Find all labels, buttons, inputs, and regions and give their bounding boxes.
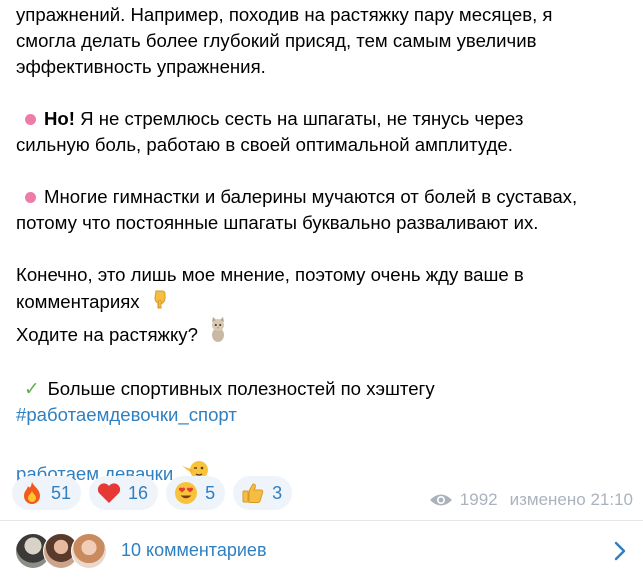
comments-button[interactable]: 10 комментариев	[0, 521, 643, 580]
point-down-icon	[149, 288, 171, 317]
fire-icon	[20, 481, 44, 505]
reactions-bar: 51 16 5 3	[12, 476, 293, 510]
reaction-count: 3	[272, 482, 283, 503]
message-line: комментариях	[16, 288, 636, 317]
message-line: Многие гимнастки и балерины мучаются от …	[16, 184, 636, 210]
message-text-span: Я не стремлюсь сесть на шпагаты, не тяну…	[74, 108, 524, 129]
message-line: Конечно, это лишь мое мнение, поэтому оч…	[16, 264, 524, 285]
view-count: 1992	[459, 490, 498, 509]
message-text-span: комментариях	[16, 291, 140, 312]
avatar	[71, 533, 107, 569]
reaction-count: 5	[205, 482, 216, 503]
message-text: упражнений. Например, походив на растяжк…	[16, 0, 636, 489]
message-line: ✓ Больше спортивных полезностей по хэштег…	[16, 376, 636, 402]
eye-icon	[429, 492, 453, 508]
message-line: Но! Я не стремлюсь сесть на шпагаты, не …	[16, 106, 636, 132]
message-line: упражнений. Например, походив на растяжк…	[16, 4, 553, 25]
hashtag-link[interactable]: #работаемдевочки_спорт	[16, 404, 237, 425]
message-line: эффективность упражнения.	[16, 56, 266, 77]
message-line: потому что постоянные шпагаты буквально …	[16, 212, 539, 233]
emphasis-text: Но!	[44, 108, 75, 129]
commenter-avatars	[15, 533, 107, 569]
reaction-count: 16	[128, 482, 149, 503]
cat-icon	[207, 317, 229, 350]
message-text-span: Больше спортивных полезностей по хэштегу	[47, 378, 435, 399]
edited-time: изменено 21:10	[509, 490, 633, 509]
reaction-thumbs-up[interactable]: 3	[233, 476, 293, 510]
message-text-span: Многие гимнастки и балерины мучаются от …	[44, 186, 578, 207]
thumbs-up-icon	[241, 481, 265, 505]
chevron-right-icon	[613, 541, 627, 561]
message-text-span: Ходите на растяжку?	[16, 324, 198, 345]
comments-count-label: 10 комментариев	[121, 540, 267, 560]
reaction-count: 51	[51, 482, 72, 503]
message-line: Ходите на растяжку?	[16, 317, 636, 350]
pink-circle-icon	[25, 191, 36, 203]
message-line: #работаемдевочки_спорт	[16, 402, 636, 428]
pink-circle-icon	[25, 113, 36, 125]
reaction-heart[interactable]: 16	[89, 476, 159, 510]
message-line: сильную боль, работаю в своей оптимально…	[16, 134, 513, 155]
check-mark-icon: ✓	[24, 378, 40, 399]
message-meta: 1992 изменено 21:10	[429, 490, 633, 510]
message-line: смогла делать более глубокий присяд, тем…	[16, 30, 537, 51]
heart-icon	[97, 481, 121, 505]
heart-eyes-icon	[174, 481, 198, 505]
reaction-fire[interactable]: 51	[12, 476, 82, 510]
reaction-heart-eyes[interactable]: 5	[166, 476, 226, 510]
